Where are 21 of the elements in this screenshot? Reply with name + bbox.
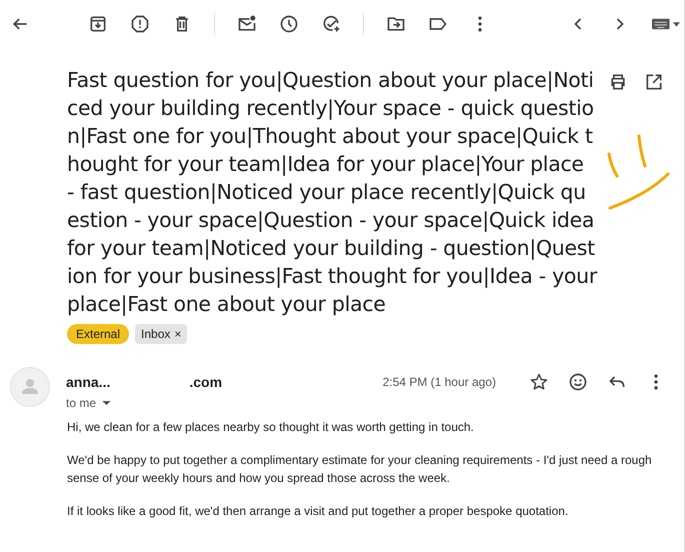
remove-label-button[interactable]: × bbox=[174, 327, 182, 341]
sender-name: anna... bbox=[66, 374, 110, 390]
body-paragraph: We'd be happy to put together a complimentary estimate for your cleaning requirements - I'd just need a rough sense of your weekly hours and how you spread those across the week. bbox=[67, 452, 653, 487]
add-task-icon[interactable] bbox=[321, 14, 341, 34]
star-icon[interactable] bbox=[529, 372, 549, 392]
open-in-new-window-icon[interactable] bbox=[644, 72, 664, 92]
recipient-label[interactable]: to me bbox=[66, 396, 96, 410]
body-paragraph: If it looks like a good fit, we'd then arrange a visit and put together a proper bespoke quotation. bbox=[67, 503, 570, 520]
label-text: Inbox bbox=[141, 327, 170, 341]
timestamp: 2:54 PM (1 hour ago) bbox=[382, 375, 496, 389]
label-tag[interactable]: External bbox=[67, 324, 130, 344]
caret-icon[interactable] bbox=[102, 400, 112, 406]
keyboard-icon[interactable] bbox=[652, 17, 680, 31]
sender-domain: .com bbox=[189, 374, 222, 390]
body-paragraph: Hi, we clean for a few places nearby so thought it was worth getting in touch. bbox=[67, 419, 475, 436]
report-spam-icon[interactable] bbox=[130, 14, 150, 34]
avatar-icon bbox=[10, 367, 50, 407]
archive-icon[interactable] bbox=[88, 14, 108, 34]
email-subject: Fast question for you|Question about your place|Noticed your building recently|Your space - quick question|Fast one for you|Thought about your space|Quick thought for your team|Idea for your place|Your place - fast question|Noticed your place recently|Quick question - your space|Question - your space|Quick idea for your team|Noticed your building - question|Question for your business|Fast thought for you|Idea - your place|Fast one about your place bbox=[67, 67, 597, 318]
emoji-icon[interactable] bbox=[568, 372, 588, 392]
clock-icon[interactable] bbox=[279, 14, 299, 34]
